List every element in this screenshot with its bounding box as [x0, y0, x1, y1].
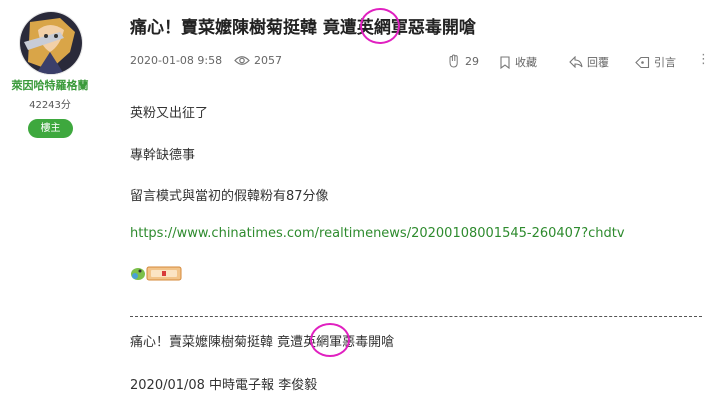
divider — [130, 316, 702, 317]
post-line: 英粉又出征了 — [130, 106, 209, 121]
post-title: 痛心！賣菜嬤陳樹菊挺韓 竟遭英網軍惡毒開嗆 — [130, 18, 476, 38]
reply-icon — [569, 56, 583, 68]
quote-label: 引言 — [654, 56, 676, 69]
reply-label: 回覆 — [587, 56, 609, 69]
eye-icon — [234, 55, 250, 66]
author-name[interactable]: 萊因哈特羅格蘭 — [0, 77, 100, 93]
source-line: 2020/01/08 中時電子報 李俊毅 — [130, 378, 318, 393]
news-link[interactable]: https://www.chinatimes.com/realtimenews/… — [130, 226, 625, 241]
quote-icon — [635, 56, 650, 69]
post-line: 專幹缺德事 — [130, 148, 196, 163]
like-button[interactable]: 29 — [447, 54, 479, 68]
sticker-image — [130, 264, 182, 282]
bookmark-label: 收藏 — [515, 56, 537, 69]
like-count: 29 — [465, 54, 479, 68]
reply-button[interactable]: 回覆 — [569, 54, 609, 70]
bookmark-button[interactable]: 收藏 — [499, 54, 537, 70]
annotation-circle — [360, 8, 400, 44]
annotation-circle — [310, 323, 350, 357]
view-count-value: 2057 — [254, 54, 282, 67]
post-meta-bar: 2020-01-08 9:58 2057 29 收藏 回覆 引言 ⋮ — [130, 52, 710, 70]
post-date: 2020-01-08 9:58 — [130, 54, 223, 67]
avatar[interactable] — [19, 11, 83, 75]
quote-button[interactable]: 引言 — [635, 54, 676, 70]
author-points: 42243分 — [29, 100, 71, 111]
quoted-title: 痛心！賣菜嬤陳樹菊挺韓 竟遭英網軍惡毒開嗆 — [130, 335, 395, 350]
author-sidebar: 萊因哈特羅格蘭 42243分 樓主 — [0, 0, 110, 400]
more-options-icon[interactable]: ⋮ — [697, 52, 710, 67]
post-line: 留言模式與當初的假韓粉有87分像 — [130, 189, 329, 204]
clap-icon — [447, 54, 461, 68]
view-count: 2057 — [234, 54, 282, 67]
bookmark-icon — [499, 55, 511, 69]
op-badge: 樓主 — [28, 119, 73, 138]
